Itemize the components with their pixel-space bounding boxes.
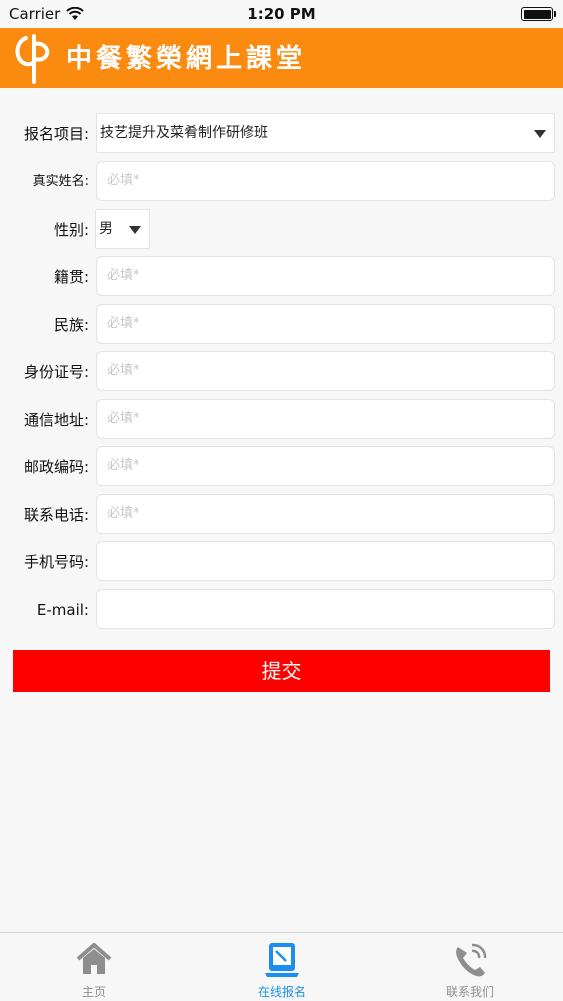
tab-register-label: 在线报名 — [257, 985, 306, 999]
tab-contact-label: 联系我们 — [445, 985, 494, 999]
hometown-label: 籍贯: — [53, 268, 89, 286]
postcode-field[interactable]: 必填* — [96, 446, 555, 486]
phone-icon — [456, 943, 487, 977]
ethnicity-field[interactable]: 必填* — [96, 304, 555, 344]
app-header: 中餐繁榮網上課堂 — [0, 28, 563, 88]
phone-label: 联系电话: — [23, 506, 89, 524]
home-icon — [76, 943, 112, 974]
mobile-field[interactable] — [96, 541, 555, 581]
postcode-row: 邮政编码: 必填* — [0, 446, 563, 488]
page-title: 中餐繁榮網上課堂 — [66, 44, 307, 74]
email-label: E-mail: — [36, 601, 89, 619]
project-value: 技艺提升及菜肴制作研修班 — [100, 125, 268, 141]
project-row: 报名项目: 技艺提升及菜肴制作研修班 — [0, 113, 563, 155]
status-time: 1:20 PM — [247, 5, 316, 23]
phone-field[interactable]: 必填* — [96, 494, 555, 534]
hometown-row: 籍贯: 必填* — [0, 256, 563, 298]
phone-row: 联系电话: 必填* — [0, 494, 563, 536]
mobile-row: 手机号码: — [0, 541, 563, 583]
project-label: 报名项目: — [23, 125, 89, 143]
name-field[interactable]: 必填* — [96, 161, 555, 201]
gender-value: 男 — [99, 221, 113, 237]
tab-register[interactable]: 在线报名 — [188, 933, 376, 1001]
id-number-field[interactable]: 必填* — [96, 351, 555, 391]
mobile-label: 手机号码: — [23, 553, 89, 571]
battery-icon — [521, 7, 556, 21]
submit-button[interactable]: 提交 — [13, 650, 550, 692]
id-number-row: 身份证号: 必填* — [0, 351, 563, 393]
id-number-label: 身份证号: — [23, 363, 89, 381]
name-row: 真实姓名: 必填* — [0, 161, 563, 203]
tab-home-label: 主页 — [81, 985, 106, 999]
tab-contact[interactable]: 联系我们 — [376, 933, 563, 1001]
address-label: 通信地址: — [23, 411, 89, 429]
ethnicity-row: 民族: 必填* — [0, 304, 563, 346]
project-select[interactable]: 技艺提升及菜肴制作研修班 — [96, 113, 555, 153]
logo-icon — [15, 34, 50, 84]
email-field[interactable] — [96, 589, 555, 629]
name-label: 真实姓名: — [32, 174, 89, 189]
ethnicity-label: 民族: — [53, 316, 89, 334]
hometown-field[interactable]: 必填* — [96, 256, 555, 296]
email-row: E-mail: — [0, 589, 563, 631]
gender-row: 性别: — [0, 209, 563, 251]
address-row: 通信地址: 必填* — [0, 399, 563, 441]
address-field[interactable]: 必填* — [96, 399, 555, 439]
chevron-down-icon — [534, 130, 546, 138]
postcode-label: 邮政编码: — [23, 458, 89, 476]
tab-bar: 主页 在线报名 联系我们 — [0, 932, 563, 1000]
gender-select[interactable]: 男 — [95, 209, 150, 249]
gender-label: 性别: — [53, 221, 89, 239]
status-bar: Carrier 1:20 PM — [0, 0, 563, 28]
tablet-icon — [265, 943, 299, 977]
chevron-down-icon — [129, 226, 141, 234]
tab-home[interactable]: 主页 — [0, 933, 188, 1001]
